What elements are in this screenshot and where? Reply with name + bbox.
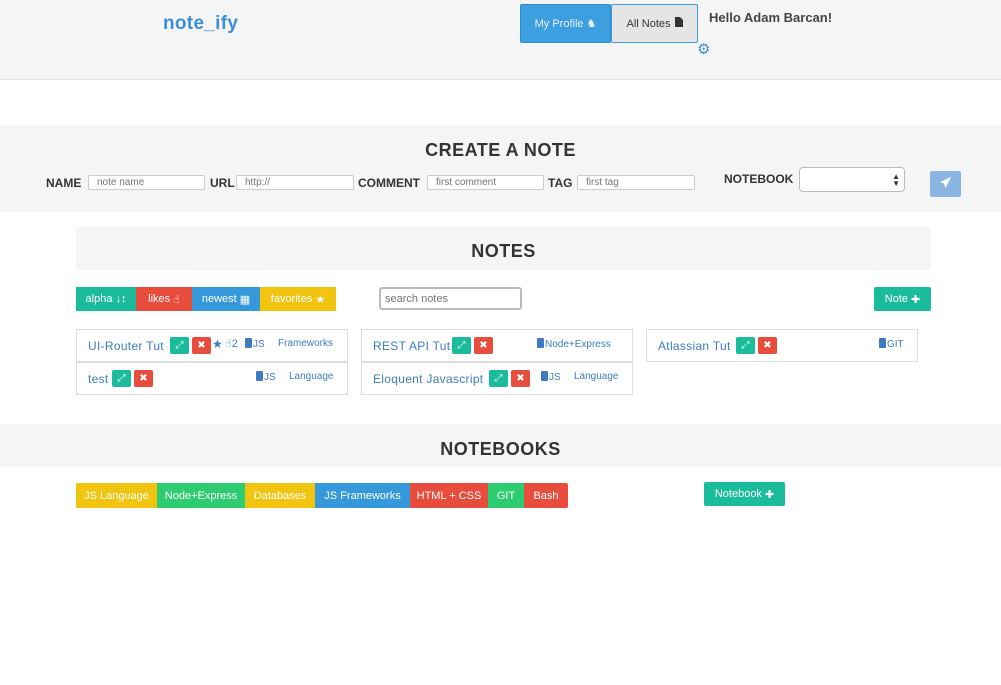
brand-logo[interactable]: note_ify bbox=[163, 13, 238, 35]
all-notes-label: All Notes bbox=[626, 17, 671, 30]
notes-title: NOTES bbox=[471, 241, 536, 261]
sort-alpha-button[interactable]: alpha ↓↕ bbox=[76, 287, 136, 311]
favorite-star-icon[interactable]: ★ bbox=[212, 337, 223, 351]
tag-label: JS bbox=[253, 339, 265, 350]
likes-count[interactable]: ☝2 bbox=[225, 337, 238, 350]
expand-icon[interactable]: ⤢ bbox=[170, 337, 189, 354]
note-title[interactable]: Eloquent Javascript bbox=[373, 372, 483, 386]
comment-label: COMMENT bbox=[358, 176, 420, 190]
tag-label: Language bbox=[289, 371, 334, 382]
user-icon: ♞ bbox=[586, 18, 597, 30]
delete-icon[interactable]: ✖ bbox=[192, 337, 211, 354]
notebook-tab[interactable]: GIT bbox=[488, 483, 524, 508]
sort-newest-button[interactable]: newest ▦ bbox=[192, 287, 260, 311]
delete-icon[interactable]: ✖ bbox=[474, 337, 493, 354]
my-profile-label: My Profile bbox=[534, 17, 584, 30]
sort-alpha-icon: ↓↕ bbox=[115, 293, 127, 305]
url-input[interactable] bbox=[236, 175, 354, 190]
plus-icon: ✚ bbox=[764, 488, 775, 501]
note-card[interactable]: UI-Router Tut ⤢ ✖ ★ ☝2 JS Frameworks bbox=[76, 329, 348, 362]
tag-label: GIT bbox=[887, 339, 904, 350]
note-card[interactable]: REST API Tut ⤢ ✖ Node+Express bbox=[361, 329, 633, 362]
notebook-tab[interactable]: Databases bbox=[245, 483, 315, 508]
tag-label: Frameworks bbox=[278, 338, 334, 349]
name-input[interactable] bbox=[88, 175, 205, 190]
thumbs-up-icon: ☝ bbox=[173, 293, 180, 306]
tag-label: Language bbox=[574, 371, 619, 382]
notebooks-header: NOTEBOOKS bbox=[0, 424, 1001, 467]
name-label: NAME bbox=[46, 176, 82, 190]
notebook-label: NOTEBOOK bbox=[724, 172, 794, 186]
tag-link[interactable]: Node+Express bbox=[537, 338, 611, 350]
add-notebook-button[interactable]: Notebook ✚ bbox=[704, 482, 785, 506]
notebook-tab[interactable]: Bash bbox=[524, 483, 568, 508]
sort-likes-label: likes bbox=[148, 293, 171, 305]
notebook-tab[interactable]: Node+Express bbox=[157, 483, 245, 508]
file-icon bbox=[674, 17, 683, 30]
sort-likes-button[interactable]: likes ☝ bbox=[136, 287, 192, 311]
add-notebook-label: Notebook bbox=[714, 488, 762, 500]
sort-favorites-button[interactable]: favorites ★ bbox=[260, 287, 336, 311]
delete-icon[interactable]: ✖ bbox=[511, 370, 530, 387]
all-notes-button[interactable]: All Notes bbox=[611, 4, 698, 43]
tag-link[interactable]: Language bbox=[574, 371, 619, 382]
create-note-title: CREATE A NOTE bbox=[425, 140, 576, 160]
search-notes-input[interactable] bbox=[379, 287, 522, 310]
delete-icon[interactable]: ✖ bbox=[134, 370, 153, 387]
tag-link[interactable]: JS bbox=[245, 338, 265, 350]
note-title[interactable]: REST API Tut bbox=[373, 339, 450, 353]
note-card[interactable]: test ⤢ ✖ JS Language bbox=[76, 362, 348, 395]
tag-link[interactable]: GIT bbox=[879, 338, 904, 350]
note-title[interactable]: UI-Router Tut bbox=[88, 339, 164, 353]
notes-header: NOTES bbox=[76, 227, 931, 270]
my-profile-button[interactable]: My Profile ♞ bbox=[520, 4, 611, 43]
notebook-select[interactable]: ▲ ▼ bbox=[799, 167, 905, 192]
book-icon bbox=[256, 371, 263, 381]
expand-icon[interactable]: ⤢ bbox=[489, 370, 508, 387]
tag-input[interactable] bbox=[577, 175, 695, 190]
note-card[interactable]: Eloquent Javascript ⤢ ✖ JS Language bbox=[361, 362, 633, 395]
tag-link[interactable]: JS bbox=[541, 371, 561, 383]
expand-icon[interactable]: ⤢ bbox=[452, 337, 471, 354]
plus-icon: ✚ bbox=[911, 293, 921, 306]
url-label: URL bbox=[210, 176, 235, 190]
add-note-button[interactable]: Note ✚ bbox=[874, 287, 931, 311]
star-icon: ★ bbox=[315, 293, 326, 306]
notebook-tab[interactable]: JS Language bbox=[76, 483, 157, 508]
book-icon bbox=[879, 338, 886, 348]
sort-favorites-label: favorites bbox=[270, 293, 313, 305]
sort-alpha-label: alpha bbox=[85, 293, 113, 305]
gear-icon[interactable]: ⚙ bbox=[697, 42, 712, 57]
comment-input[interactable] bbox=[427, 175, 544, 190]
send-icon bbox=[940, 177, 951, 191]
top-navbar: note_ify My Profile ♞ All Notes Hello Ad… bbox=[0, 0, 1001, 80]
notebooks-title: NOTEBOOKS bbox=[440, 439, 561, 459]
tag-label: Node+Express bbox=[545, 339, 611, 350]
submit-note-button[interactable] bbox=[930, 171, 961, 197]
notebook-tab[interactable]: HTML + CSS bbox=[410, 483, 488, 508]
expand-icon[interactable]: ⤢ bbox=[736, 337, 755, 354]
select-arrows-icon: ▲ ▼ bbox=[892, 172, 900, 188]
likes-value: 2 bbox=[231, 338, 238, 350]
note-title[interactable]: Atlassian Tut bbox=[658, 339, 731, 353]
tag-label: TAG bbox=[548, 176, 573, 190]
note-title[interactable]: test bbox=[88, 372, 109, 386]
tag-link[interactable]: Frameworks bbox=[278, 338, 333, 349]
delete-icon[interactable]: ✖ bbox=[758, 337, 777, 354]
tag-link[interactable]: JS bbox=[256, 371, 276, 383]
tag-link[interactable]: Language bbox=[289, 371, 334, 382]
book-icon bbox=[245, 338, 252, 348]
calendar-icon: ▦ bbox=[239, 293, 251, 306]
expand-icon[interactable]: ⤢ bbox=[112, 370, 131, 387]
book-icon bbox=[541, 371, 548, 381]
thumbs-up-icon: ☝ bbox=[225, 338, 232, 350]
tag-label: JS bbox=[264, 372, 276, 383]
note-card[interactable]: Atlassian Tut ⤢ ✖ GIT bbox=[646, 329, 918, 362]
notebook-tab[interactable]: JS Frameworks bbox=[315, 483, 410, 508]
add-note-label: Note bbox=[884, 293, 909, 305]
book-icon bbox=[537, 338, 544, 348]
sort-newest-label: newest bbox=[201, 293, 237, 305]
greeting-text: Hello Adam Barcan! bbox=[709, 10, 833, 25]
tag-label: JS bbox=[549, 372, 561, 383]
